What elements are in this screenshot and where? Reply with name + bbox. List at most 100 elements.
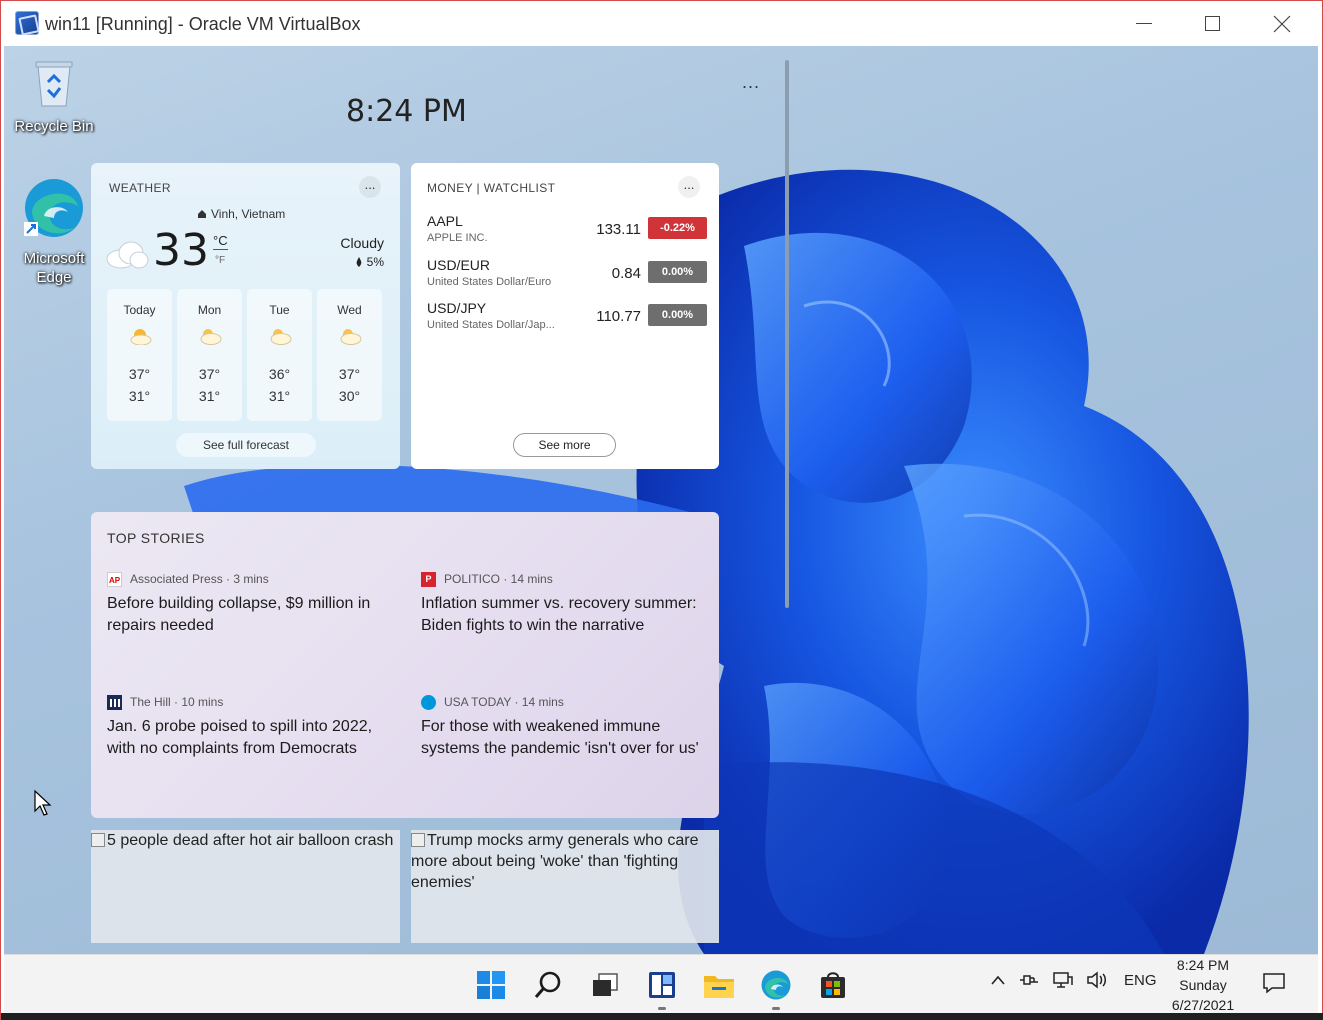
guest-desktop: Recycle Bin Microsoft Edge 8:24 PM ... W… xyxy=(4,46,1318,954)
window-title: win11 [Running] - Oracle VM VirtualBox xyxy=(45,14,361,34)
close-icon xyxy=(1273,15,1291,32)
minimize-button[interactable] xyxy=(1110,1,1178,46)
see-full-forecast-link[interactable]: See full forecast xyxy=(176,433,316,457)
partly-cloudy-icon xyxy=(340,329,361,345)
fahrenheit-toggle[interactable]: °F xyxy=(215,255,225,266)
money-more-button[interactable]: ... xyxy=(678,176,700,198)
recycle-bin-icon xyxy=(35,61,73,107)
edge-taskbar-button[interactable] xyxy=(759,968,793,1010)
politico-logo-icon: P xyxy=(421,571,436,587)
start-button[interactable] xyxy=(474,968,508,1002)
story-source: AP Associated Press · 3 mins xyxy=(107,571,269,587)
close-button[interactable] xyxy=(1248,1,1316,46)
widgets-button[interactable] xyxy=(645,968,679,1010)
virtualbox-window: win11 [Running] - Oracle VM VirtualBox R… xyxy=(0,0,1323,1020)
file-explorer-icon xyxy=(704,976,734,998)
celsius-toggle[interactable]: °C xyxy=(213,233,228,250)
volume-icon[interactable] xyxy=(1086,971,1108,989)
task-view-icon xyxy=(593,973,618,996)
edge-label: Microsoft Edge xyxy=(23,250,85,286)
search-button[interactable] xyxy=(531,968,565,1002)
story-headline: Before building collapse, $9 million in … xyxy=(107,595,371,634)
partly-cloudy-icon xyxy=(130,329,151,346)
task-view-button[interactable] xyxy=(588,968,622,1002)
story-headline: Jan. 6 probe poised to spill into 2022, … xyxy=(107,718,373,757)
stock-row[interactable]: USD/EUR United States Dollar/Euro 0.84 0… xyxy=(427,257,707,297)
forecast-day[interactable]: Tue 36° 31° xyxy=(247,289,312,421)
news-image-card[interactable]: 5 people dead after hot air balloon cras… xyxy=(91,830,400,943)
title-bar: win11 [Running] - Oracle VM VirtualBox xyxy=(1,1,1322,46)
change-badge: -0.22% xyxy=(648,217,707,239)
weather-location[interactable]: Vinh, Vietnam xyxy=(197,207,285,221)
cloud-icon xyxy=(106,241,149,269)
language-indicator[interactable]: ENG xyxy=(1124,972,1157,989)
taskbar: ENG 8:24 PM Sunday 6/27/2021 xyxy=(4,954,1318,1013)
desktop-icon-edge[interactable]: Microsoft Edge xyxy=(9,176,99,287)
forecast-row: Today 37° 31° Mon 37° 31° Tue 36° 31° We… xyxy=(107,289,382,421)
active-indicator xyxy=(772,1007,780,1010)
forecast-day[interactable]: Wed 37° 30° xyxy=(317,289,382,421)
virtualbox-app-icon xyxy=(15,11,39,35)
story-source: USA TODAY · 14 mins xyxy=(421,694,711,710)
the-hill-mark-icon xyxy=(110,698,120,707)
usa-today-logo-icon xyxy=(421,694,436,710)
story-headline: Inflation summer vs. recovery summer: Bi… xyxy=(421,595,697,634)
story-item[interactable]: USA TODAY · 14 mins For those with weake… xyxy=(421,694,711,759)
weather-temperature: 33 xyxy=(153,225,209,276)
minimize-icon xyxy=(1136,23,1152,24)
store-icon xyxy=(821,972,845,998)
weather-more-button[interactable]: ... xyxy=(359,176,381,198)
host-bottom-edge xyxy=(1,1013,1323,1020)
story-item[interactable]: The Hill · 10 mins Jan. 6 probe poised t… xyxy=(107,694,397,759)
broken-image-icon xyxy=(411,833,425,847)
top-stories-title: TOP STORIES xyxy=(107,530,205,546)
maximize-button[interactable] xyxy=(1178,1,1246,46)
system-tray: ENG xyxy=(990,971,1157,989)
power-plug-icon[interactable] xyxy=(1018,972,1040,988)
store-button[interactable] xyxy=(816,968,850,1002)
money-title: MONEY | WATCHLIST xyxy=(427,181,556,195)
story-source: P POLITICO · 14 mins xyxy=(421,571,711,587)
ap-logo-icon: AP xyxy=(107,571,122,587)
the-hill-logo-icon xyxy=(107,694,122,710)
raindrop-icon xyxy=(356,257,361,267)
story-headline: For those with weakened immune systems t… xyxy=(421,718,699,757)
start-icon xyxy=(477,971,505,999)
broken-image-icon xyxy=(91,833,105,847)
widgets-clock: 8:24 PM xyxy=(346,94,467,129)
story-item[interactable]: AP Associated Press · 3 mins Before buil… xyxy=(107,571,397,636)
file-explorer-button[interactable] xyxy=(702,968,736,1002)
weather-condition: Cloudy xyxy=(340,235,384,251)
taskbar-clock[interactable]: 8:24 PM Sunday 6/27/2021 xyxy=(1164,955,1242,1015)
recycle-bin-label: Recycle Bin xyxy=(14,118,94,135)
edge-icon xyxy=(24,179,83,237)
active-indicator xyxy=(658,1007,666,1010)
stock-row[interactable]: USD/JPY United States Dollar/Jap... 110.… xyxy=(427,300,707,340)
maximize-icon xyxy=(1204,16,1220,31)
network-icon[interactable] xyxy=(1052,971,1074,989)
desktop-icon-recycle-bin[interactable]: Recycle Bin xyxy=(9,58,99,136)
see-more-button[interactable]: See more xyxy=(513,433,616,457)
change-badge: 0.00% xyxy=(648,261,707,283)
top-stories-widget: TOP STORIES AP Associated Press · 3 mins… xyxy=(91,512,719,818)
stock-row[interactable]: AAPL APPLE INC. 133.11 -0.22% xyxy=(427,213,707,253)
money-watchlist-widget[interactable]: MONEY | WATCHLIST ... AAPL APPLE INC. 13… xyxy=(411,163,719,469)
partly-cloudy-icon xyxy=(200,329,221,345)
notification-center-icon[interactable] xyxy=(1262,971,1286,995)
mouse-cursor-icon xyxy=(34,790,52,816)
widgets-icon xyxy=(649,972,675,998)
widgets-more-button[interactable]: ... xyxy=(742,72,760,93)
news-image-card[interactable]: Trump mocks army generals who care more … xyxy=(411,830,719,943)
widgets-scrollbar[interactable] xyxy=(785,60,789,608)
forecast-day[interactable]: Mon 37° 31° xyxy=(177,289,242,421)
weather-title: WEATHER xyxy=(109,181,171,195)
search-icon xyxy=(534,971,561,998)
edge-icon xyxy=(761,970,791,1000)
forecast-day[interactable]: Today 37° 31° xyxy=(107,289,172,421)
chevron-up-icon[interactable] xyxy=(990,974,1006,986)
change-badge: 0.00% xyxy=(648,304,707,326)
home-icon xyxy=(198,210,206,218)
weather-widget[interactable]: WEATHER ... Vinh, Vietnam 33 °C °F Cloud… xyxy=(91,163,400,469)
story-source: The Hill · 10 mins xyxy=(107,694,397,710)
story-item[interactable]: P POLITICO · 14 mins Inflation summer vs… xyxy=(421,571,711,636)
